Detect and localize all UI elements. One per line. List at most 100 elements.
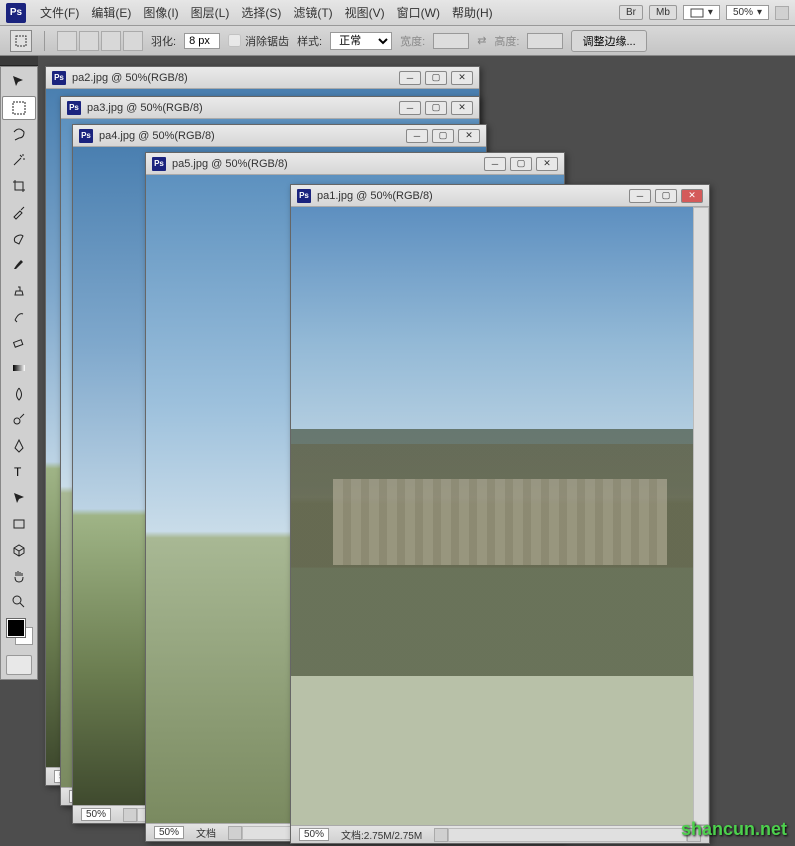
feather-label: 羽化: [151,33,176,49]
document-info: 文档:2.75M/2.75M [341,827,422,842]
move-tool[interactable] [2,70,36,94]
expand-panels-button[interactable] [775,6,789,20]
foreground-color-swatch[interactable] [7,619,25,637]
magic-wand-tool[interactable] [2,148,36,172]
style-label: 样式: [297,33,322,49]
document-title-bar[interactable]: Ps pa3.jpg @ 50%(RGB/8) ─ ▢ ✕ [61,97,479,119]
close-button[interactable]: ✕ [451,101,473,115]
close-button[interactable]: ✕ [681,189,703,203]
document-title-bar[interactable]: Ps pa4.jpg @ 50%(RGB/8) ─ ▢ ✕ [73,125,486,147]
style-select[interactable]: 正常 [330,32,392,50]
close-button[interactable]: ✕ [458,129,480,143]
close-button[interactable]: ✕ [536,157,558,171]
maximize-button[interactable]: ▢ [425,101,447,115]
rectangle-tool[interactable] [2,512,36,536]
tool-palette: T [0,66,38,680]
document-canvas[interactable] [291,207,709,825]
subtract-selection-button[interactable] [101,31,121,51]
workspace: T Ps pa2.jpg @ 50%(RGB/8) ─ ▢ ✕ 50% [0,56,795,846]
h-scrollbar[interactable] [448,828,687,842]
minimize-button[interactable]: ─ [399,101,421,115]
minimize-button[interactable]: ─ [399,71,421,85]
canvas-zoom-field[interactable]: 50% [154,826,184,839]
healing-brush-tool[interactable] [2,226,36,250]
antialias-checkbox[interactable]: 消除锯齿 [228,33,289,49]
clone-stamp-tool[interactable] [2,278,36,302]
toolbar-grip[interactable] [0,56,38,66]
launch-minibridge-button[interactable]: Mb [649,5,677,20]
menu-edit[interactable]: 编辑(E) [85,4,137,21]
history-brush-tool[interactable] [2,304,36,328]
menu-help[interactable]: 帮助(H) [446,4,499,21]
canvas-zoom-field[interactable]: 50% [299,828,329,841]
app-logo: Ps [6,3,26,23]
ps-icon: Ps [152,157,166,171]
add-to-selection-button[interactable] [79,31,99,51]
marquee-tool[interactable] [2,96,36,120]
eraser-tool[interactable] [2,330,36,354]
menu-image[interactable]: 图像(I) [137,4,184,21]
ps-icon: Ps [79,129,93,143]
menu-select[interactable]: 选择(S) [235,4,287,21]
document-title: pa3.jpg @ 50%(RGB/8) [87,102,203,114]
document-title: pa1.jpg @ 50%(RGB/8) [317,190,433,202]
maximize-button[interactable]: ▢ [510,157,532,171]
3d-tool[interactable] [2,538,36,562]
document-title-bar[interactable]: Ps pa1.jpg @ 50%(RGB/8) ─ ▢ ✕ [291,185,709,207]
scroll-left-button[interactable] [228,826,242,840]
refine-edge-button[interactable]: 调整边缘... [571,30,646,52]
menu-layer[interactable]: 图层(L) [185,4,236,21]
marquee-icon [14,34,28,48]
document-title: pa2.jpg @ 50%(RGB/8) [72,72,188,84]
type-tool[interactable]: T [2,460,36,484]
feather-input[interactable] [184,33,220,49]
menu-file[interactable]: 文件(F) [34,4,85,21]
pen-tool[interactable] [2,434,36,458]
image-content [291,207,709,825]
document-title-bar[interactable]: Ps pa5.jpg @ 50%(RGB/8) ─ ▢ ✕ [146,153,564,175]
document-title-bar[interactable]: Ps pa2.jpg @ 50%(RGB/8) ─ ▢ ✕ [46,67,479,89]
screen-mode-dropdown[interactable]: ▾ [683,5,720,20]
scroll-left-button[interactable] [123,808,137,822]
canvas-zoom-field[interactable]: 50% [81,808,111,821]
ps-icon: Ps [52,71,66,85]
close-button[interactable]: ✕ [451,71,473,85]
blur-tool[interactable] [2,382,36,406]
lasso-tool[interactable] [2,122,36,146]
width-label: 宽度: [400,33,425,49]
document-info: 文档 [196,825,216,840]
path-select-tool[interactable] [2,486,36,510]
intersect-selection-button[interactable] [123,31,143,51]
launch-bridge-button[interactable]: Br [619,5,643,20]
maximize-button[interactable]: ▢ [655,189,677,203]
zoom-tool[interactable] [2,590,36,614]
zoom-level-dropdown[interactable]: 50%▾ [726,5,769,20]
gradient-tool[interactable] [2,356,36,380]
menu-view[interactable]: 视图(V) [339,4,391,21]
maximize-button[interactable]: ▢ [432,129,454,143]
color-swatches[interactable] [5,619,33,649]
zoom-level-value: 50% [733,7,753,18]
scroll-left-button[interactable] [434,828,448,842]
tool-preset-button[interactable] [10,30,32,52]
svg-text:T: T [14,465,22,479]
menu-bar: Ps 文件(F) 编辑(E) 图像(I) 图层(L) 选择(S) 滤镜(T) 视… [0,0,795,26]
crop-tool[interactable] [2,174,36,198]
minimize-button[interactable]: ─ [484,157,506,171]
height-input [527,33,563,49]
minimize-button[interactable]: ─ [406,129,428,143]
maximize-button[interactable]: ▢ [425,71,447,85]
new-selection-button[interactable] [57,31,77,51]
menu-window[interactable]: 窗口(W) [391,4,446,21]
eyedropper-tool[interactable] [2,200,36,224]
brush-tool[interactable] [2,252,36,276]
dodge-tool[interactable] [2,408,36,432]
minimize-button[interactable]: ─ [629,189,651,203]
menu-filter[interactable]: 滤镜(T) [287,4,338,21]
document-window-pa1[interactable]: Ps pa1.jpg @ 50%(RGB/8) ─ ▢ ✕ 50% 文档:2.7… [290,184,710,844]
antialias-label: 消除锯齿 [245,33,289,49]
hand-tool[interactable] [2,564,36,588]
quick-mask-button[interactable] [6,655,32,675]
watermark: shancun.net [681,819,787,840]
v-scrollbar[interactable] [693,207,709,825]
